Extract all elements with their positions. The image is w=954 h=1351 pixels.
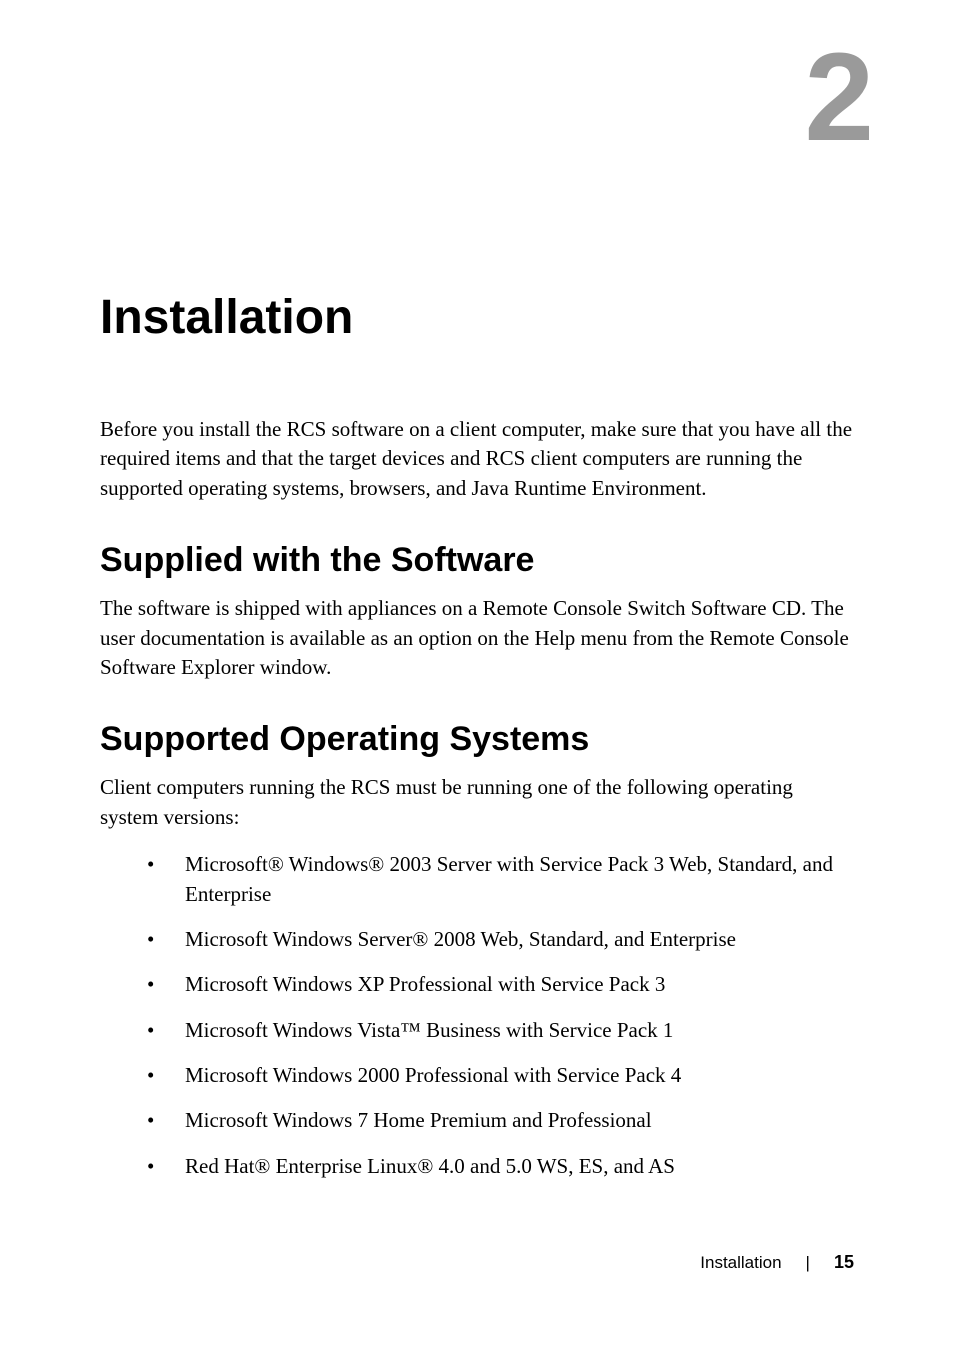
chapter-number: 2: [804, 35, 874, 160]
list-item: Red Hat® Enterprise Linux® 4.0 and 5.0 W…: [185, 1152, 854, 1181]
os-list: Microsoft® Windows® 2003 Server with Ser…: [100, 850, 854, 1181]
page-footer: Installation | 15: [700, 1252, 854, 1273]
section-paragraph-supplied: The software is shipped with appliances …: [100, 594, 854, 682]
os-list-intro: Client computers running the RCS must be…: [100, 773, 854, 832]
footer-separator: |: [806, 1253, 810, 1273]
list-item: Microsoft Windows XP Professional with S…: [185, 970, 854, 999]
list-item: Microsoft Windows Server® 2008 Web, Stan…: [185, 925, 854, 954]
list-item: Microsoft Windows Vista™ Business with S…: [185, 1016, 854, 1045]
list-item: Microsoft Windows 2000 Professional with…: [185, 1061, 854, 1090]
section-heading-os: Supported Operating Systems: [100, 720, 854, 759]
footer-page-number: 15: [834, 1252, 854, 1273]
section-heading-supplied: Supplied with the Software: [100, 541, 854, 580]
page-title: Installation: [100, 290, 854, 345]
list-item: Microsoft Windows 7 Home Premium and Pro…: [185, 1106, 854, 1135]
footer-label: Installation: [700, 1253, 781, 1273]
list-item: Microsoft® Windows® 2003 Server with Ser…: [185, 850, 854, 909]
intro-paragraph: Before you install the RCS software on a…: [100, 415, 854, 503]
